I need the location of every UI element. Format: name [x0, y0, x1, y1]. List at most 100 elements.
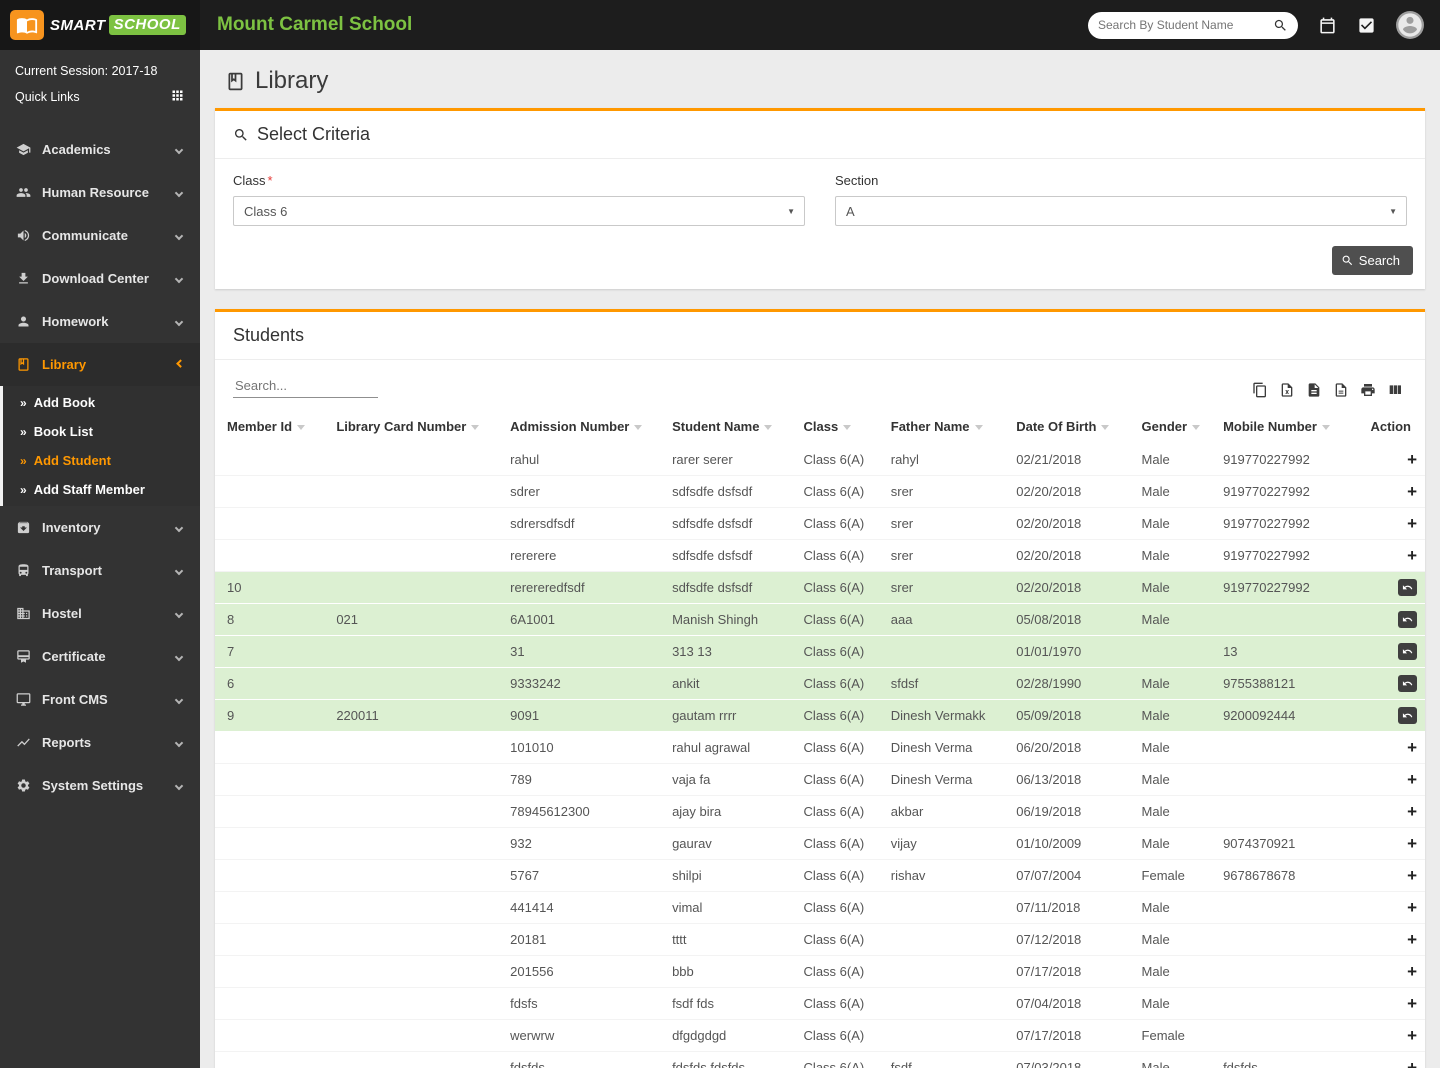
student-cell: 7: [215, 636, 328, 668]
student-cell: [215, 444, 328, 476]
class-select[interactable]: Class 6 ▼: [233, 196, 805, 226]
sidebar-item-certificate[interactable]: Certificate: [0, 635, 200, 678]
column-header-gender[interactable]: Gender: [1134, 408, 1216, 444]
add-member-button[interactable]: +: [1407, 738, 1417, 757]
student-row: 78945612300ajay biraClass 6(A)akbar06/19…: [215, 796, 1425, 828]
search-button-label: Search: [1359, 253, 1400, 268]
add-member-button[interactable]: +: [1407, 482, 1417, 501]
student-cell: srer: [883, 572, 1008, 604]
student-cell: vijay: [883, 828, 1008, 860]
sidebar-item-label: Library: [42, 357, 165, 372]
excel-icon[interactable]: [1279, 382, 1295, 398]
student-cell: [883, 636, 1008, 668]
column-header-action[interactable]: Action: [1362, 408, 1425, 444]
student-cell: [328, 540, 502, 572]
sidebar-item-system-settings[interactable]: System Settings: [0, 764, 200, 807]
sidebar-item-homework[interactable]: Homework: [0, 300, 200, 343]
columns-icon[interactable]: [1387, 382, 1403, 398]
chevron-left-icon: [175, 274, 183, 282]
sidebar-item-academics[interactable]: Academics: [0, 128, 200, 171]
column-header-mobile-number[interactable]: Mobile Number: [1215, 408, 1362, 444]
student-search-input[interactable]: [1098, 18, 1267, 32]
column-header-student-name[interactable]: Student Name: [664, 408, 795, 444]
add-member-button[interactable]: +: [1407, 802, 1417, 821]
column-header-admission-number[interactable]: Admission Number: [502, 408, 664, 444]
student-cell: 07/17/2018: [1008, 956, 1133, 988]
column-header-date-of-birth[interactable]: Date Of Birth: [1008, 408, 1133, 444]
student-cell: [215, 828, 328, 860]
column-header-library-card-number[interactable]: Library Card Number: [328, 408, 502, 444]
return-book-button[interactable]: [1398, 643, 1417, 660]
add-member-button[interactable]: +: [1407, 898, 1417, 917]
submenu-item-add-student[interactable]: »Add Student: [3, 446, 200, 475]
student-cell: 101010: [502, 732, 664, 764]
pdf-icon[interactable]: [1333, 382, 1349, 398]
sidebar-item-label: Reports: [42, 735, 165, 750]
student-cell: 07/04/2018: [1008, 988, 1133, 1020]
student-search-pill[interactable]: [1088, 12, 1298, 39]
sidebar-item-library[interactable]: Library: [0, 343, 200, 386]
sidebar-item-reports[interactable]: Reports: [0, 721, 200, 764]
sidebar-item-inventory[interactable]: Inventory: [0, 506, 200, 549]
csv-icon[interactable]: [1306, 382, 1322, 398]
student-cell: 07/17/2018: [1008, 1020, 1133, 1052]
column-header-class[interactable]: Class: [796, 408, 883, 444]
return-book-button[interactable]: [1398, 675, 1417, 692]
print-icon[interactable]: [1360, 382, 1376, 398]
return-book-button[interactable]: [1398, 611, 1417, 628]
sidebar-item-transport[interactable]: Transport: [0, 549, 200, 592]
sidebar-item-communicate[interactable]: Communicate: [0, 214, 200, 257]
return-book-button[interactable]: [1398, 707, 1417, 724]
copy-icon[interactable]: [1252, 382, 1268, 398]
column-header-father-name[interactable]: Father Name: [883, 408, 1008, 444]
column-header-member-id[interactable]: Member Id: [215, 408, 328, 444]
add-member-button[interactable]: +: [1407, 930, 1417, 949]
student-cell: sdfsdfe dsfsdf: [664, 508, 795, 540]
submenu-item-add-book[interactable]: »Add Book: [3, 388, 200, 417]
search-button[interactable]: Search: [1332, 246, 1413, 275]
student-cell: Class 6(A): [796, 764, 883, 796]
section-select[interactable]: A ▼: [835, 196, 1407, 226]
student-cell: 919770227992: [1215, 476, 1362, 508]
add-member-button[interactable]: +: [1407, 994, 1417, 1013]
add-member-button[interactable]: +: [1407, 834, 1417, 853]
user-avatar[interactable]: [1396, 11, 1424, 39]
student-cell: rererere: [502, 540, 664, 572]
sidebar-item-download-center[interactable]: Download Center: [0, 257, 200, 300]
add-member-button[interactable]: +: [1407, 514, 1417, 533]
select-criteria-card: Select Criteria Class* Class 6 ▼ Section: [215, 108, 1425, 289]
add-member-button[interactable]: +: [1407, 450, 1417, 469]
add-member-button[interactable]: +: [1407, 1026, 1417, 1045]
sort-caret-icon: [975, 425, 983, 430]
sidebar-item-label: Inventory: [42, 520, 165, 535]
calendar-icon[interactable]: [1318, 16, 1337, 35]
tasks-icon[interactable]: [1357, 16, 1376, 35]
app-logo[interactable]: SMART SCHOOL: [0, 0, 200, 50]
student-cell: [328, 636, 502, 668]
sidebar-item-human-resource[interactable]: Human Resource: [0, 171, 200, 214]
sidebar-item-hostel[interactable]: Hostel: [0, 592, 200, 635]
student-cell: Dinesh Verma: [883, 732, 1008, 764]
action-cell: +: [1362, 956, 1425, 988]
add-member-button[interactable]: +: [1407, 866, 1417, 885]
table-search-input[interactable]: [233, 374, 378, 398]
add-member-button[interactable]: +: [1407, 770, 1417, 789]
add-member-button[interactable]: +: [1407, 962, 1417, 981]
student-cell: [328, 508, 502, 540]
submenu-item-add-staff-member[interactable]: »Add Staff Member: [3, 475, 200, 504]
student-cell: sdfsdfe dsfsdf: [664, 540, 795, 572]
search-icon[interactable]: [1273, 18, 1288, 33]
action-cell: +: [1362, 540, 1425, 572]
sidebar-item-front-cms[interactable]: Front CMS: [0, 678, 200, 721]
student-cell: sdfsdfe dsfsdf: [664, 572, 795, 604]
grid-icon[interactable]: [170, 88, 185, 106]
return-book-button[interactable]: [1398, 579, 1417, 596]
action-cell: +: [1362, 508, 1425, 540]
quick-links-label: Quick Links: [15, 90, 80, 104]
student-cell: fdsfds fdsfds: [664, 1052, 795, 1068]
book-logo-icon: [10, 10, 44, 40]
student-cell: 06/19/2018: [1008, 796, 1133, 828]
add-member-button[interactable]: +: [1407, 1058, 1417, 1068]
add-member-button[interactable]: +: [1407, 546, 1417, 565]
submenu-item-book-list[interactable]: »Book List: [3, 417, 200, 446]
